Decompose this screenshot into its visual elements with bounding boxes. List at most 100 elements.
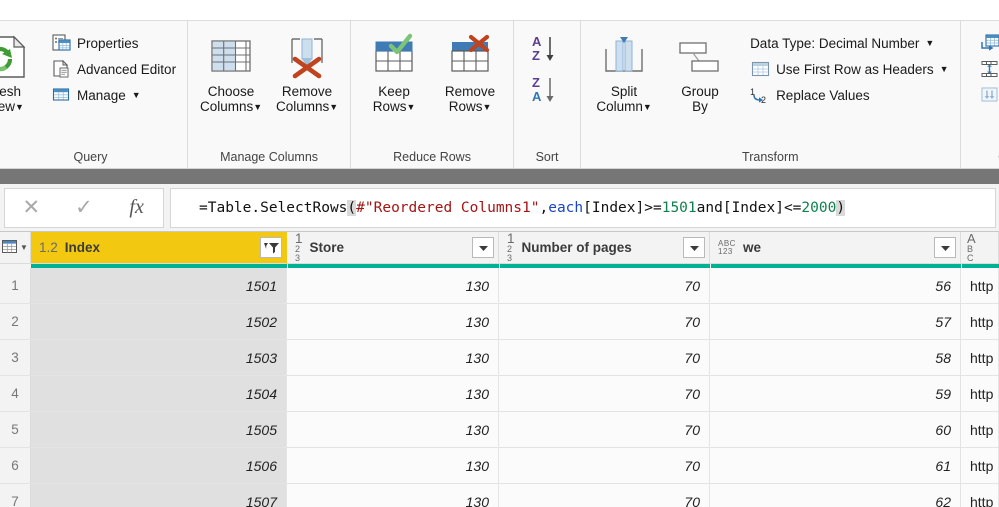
keep-rows-button[interactable]: Keep Rows▼ xyxy=(357,25,431,114)
append-icon xyxy=(980,59,999,79)
accept-icon[interactable]: ✓ xyxy=(61,195,107,220)
cell-store[interactable]: 130 xyxy=(287,340,499,376)
chevron-down-icon[interactable]: ▼ xyxy=(15,102,24,112)
row-number[interactable]: 6 xyxy=(0,448,31,484)
manage-button[interactable]: Manage ▼ xyxy=(46,83,181,107)
group-by-button[interactable]: Group By xyxy=(663,25,737,114)
power-query-editor-window: fresh view▼ xyxy=(0,0,999,507)
column-filter-button-we[interactable] xyxy=(934,237,956,258)
ribbon-group-manage-columns: Choose Columns▼ Remove Columns▼ Manage C… xyxy=(188,21,352,168)
cell-store[interactable]: 130 xyxy=(287,448,499,484)
row-number[interactable]: 5 xyxy=(0,412,31,448)
cell-pages[interactable]: 70 xyxy=(499,448,710,484)
insert-function-icon[interactable]: fx xyxy=(114,196,160,219)
row-number[interactable]: 4 xyxy=(0,376,31,412)
cell-url[interactable]: http xyxy=(961,340,999,376)
cell-we[interactable]: 59 xyxy=(710,376,961,412)
cell-url[interactable]: http xyxy=(961,412,999,448)
column-header-store[interactable]: 123 Store xyxy=(287,232,499,264)
properties-button[interactable]: Properties xyxy=(46,31,181,55)
cell-pages[interactable]: 70 xyxy=(499,412,710,448)
append-queries-button[interactable]: Append xyxy=(975,57,999,81)
cell-pages[interactable]: 70 xyxy=(499,484,710,507)
sort-ascending-button[interactable]: A Z xyxy=(530,33,564,70)
column-header-number-of-pages[interactable]: 123 Number of pages xyxy=(499,232,710,264)
chevron-down-icon[interactable]: ▼ xyxy=(482,102,491,112)
combine-files-button[interactable]: Combin xyxy=(975,83,999,107)
formula-input[interactable]: = Table.SelectRows(#"Reordered Columns1"… xyxy=(170,187,996,228)
cell-store[interactable]: 130 xyxy=(287,376,499,412)
cell-url[interactable]: http xyxy=(961,448,999,484)
table-row[interactable]: 7 1507 130 70 62 http xyxy=(0,484,999,507)
chevron-down-icon[interactable]: ▼ xyxy=(20,243,28,252)
table-row[interactable]: 2 1502 130 70 57 http xyxy=(0,304,999,340)
table-row[interactable]: 3 1503 130 70 58 http xyxy=(0,340,999,376)
cell-store[interactable]: 130 xyxy=(287,304,499,340)
use-first-row-as-headers-button[interactable]: Use First Row as Headers ▼ xyxy=(745,57,953,81)
row-number[interactable]: 1 xyxy=(0,268,31,304)
table-row[interactable]: 5 1505 130 70 60 http xyxy=(0,412,999,448)
row-number[interactable]: 7 xyxy=(0,484,31,507)
advanced-editor-button[interactable]: Advanced Editor xyxy=(46,57,181,81)
cell-index[interactable]: 1504 xyxy=(31,376,287,412)
cell-we[interactable]: 61 xyxy=(710,448,961,484)
cell-index[interactable]: 1501 xyxy=(31,268,287,304)
cell-we[interactable]: 56 xyxy=(710,268,961,304)
refresh-preview-button[interactable]: fresh view▼ xyxy=(0,25,36,114)
cancel-icon[interactable]: ✕ xyxy=(8,195,54,220)
cell-pages[interactable]: 70 xyxy=(499,268,710,304)
cell-pages[interactable]: 70 xyxy=(499,304,710,340)
remove-columns-button[interactable]: Remove Columns▼ xyxy=(270,25,344,114)
cell-index[interactable]: 1506 xyxy=(31,448,287,484)
row-number[interactable]: 2 xyxy=(0,304,31,340)
column-header-url[interactable]: ABC xyxy=(961,232,999,264)
column-header-index[interactable]: 1.2 Index xyxy=(31,232,287,264)
cell-pages[interactable]: 70 xyxy=(499,340,710,376)
chevron-down-icon[interactable]: ▼ xyxy=(643,102,652,112)
select-all-corner-button[interactable]: ▼ xyxy=(0,232,31,264)
table-row[interactable]: 1 1501 130 70 56 http xyxy=(0,268,999,304)
type-icon-any: ABC 123 xyxy=(718,238,736,256)
column-header-we[interactable]: ABC 123 we xyxy=(710,232,961,264)
chevron-down-icon[interactable]: ▼ xyxy=(925,38,934,48)
remove-rows-button[interactable]: Remove Rows▼ xyxy=(433,25,507,114)
cell-pages[interactable]: 70 xyxy=(499,376,710,412)
cell-store[interactable]: 130 xyxy=(287,268,499,304)
cell-store[interactable]: 130 xyxy=(287,412,499,448)
cell-we[interactable]: 62 xyxy=(710,484,961,507)
cell-index[interactable]: 1502 xyxy=(31,304,287,340)
replace-values-button[interactable]: 1 2 Replace Values xyxy=(745,83,953,107)
cell-store[interactable]: 130 xyxy=(287,484,499,507)
choose-columns-button[interactable]: Choose Columns▼ xyxy=(194,25,268,114)
cell-we[interactable]: 58 xyxy=(710,340,961,376)
cell-url[interactable]: http xyxy=(961,268,999,304)
row-number[interactable]: 3 xyxy=(0,340,31,376)
chevron-down-icon[interactable]: ▼ xyxy=(940,64,949,74)
cell-index[interactable]: 1507 xyxy=(31,484,287,507)
data-type-button[interactable]: Data Type: Decimal Number ▼ xyxy=(745,31,953,55)
column-filter-button-number-of-pages[interactable] xyxy=(683,237,705,258)
cell-we[interactable]: 57 xyxy=(710,304,961,340)
chevron-down-icon[interactable]: ▼ xyxy=(132,90,141,100)
cell-index[interactable]: 1505 xyxy=(31,412,287,448)
data-grid: ▼ 1.2 Index 123 Store 1 2 3 Number of pa… xyxy=(0,232,999,507)
chevron-down-icon[interactable]: ▼ xyxy=(253,102,262,112)
table-row[interactable]: 4 1504 130 70 59 http xyxy=(0,376,999,412)
cell-we[interactable]: 60 xyxy=(710,412,961,448)
cell-url[interactable]: http xyxy=(961,376,999,412)
sort-descending-button[interactable]: Z A xyxy=(530,74,564,111)
table-row[interactable]: 6 1506 130 70 61 http xyxy=(0,448,999,484)
split-column-button[interactable]: Split Column▼ xyxy=(587,25,661,114)
remove-rows-label-line2: Rows xyxy=(448,99,483,114)
merge-queries-button[interactable]: Merge Q xyxy=(975,31,999,55)
column-filter-button-index[interactable] xyxy=(260,237,282,258)
formula-token-close-paren: ) xyxy=(836,199,846,216)
cell-url[interactable]: http xyxy=(961,304,999,340)
cell-url[interactable]: http xyxy=(961,484,999,507)
column-filter-button-store[interactable] xyxy=(472,237,494,258)
chevron-down-icon[interactable]: ▼ xyxy=(329,102,338,112)
chevron-down-icon[interactable]: ▼ xyxy=(406,102,415,112)
svg-text:Z: Z xyxy=(532,48,540,63)
formula-bar: ✕ ✓ fx = Table.SelectRows(#"Reordered Co… xyxy=(0,184,999,232)
cell-index[interactable]: 1503 xyxy=(31,340,287,376)
